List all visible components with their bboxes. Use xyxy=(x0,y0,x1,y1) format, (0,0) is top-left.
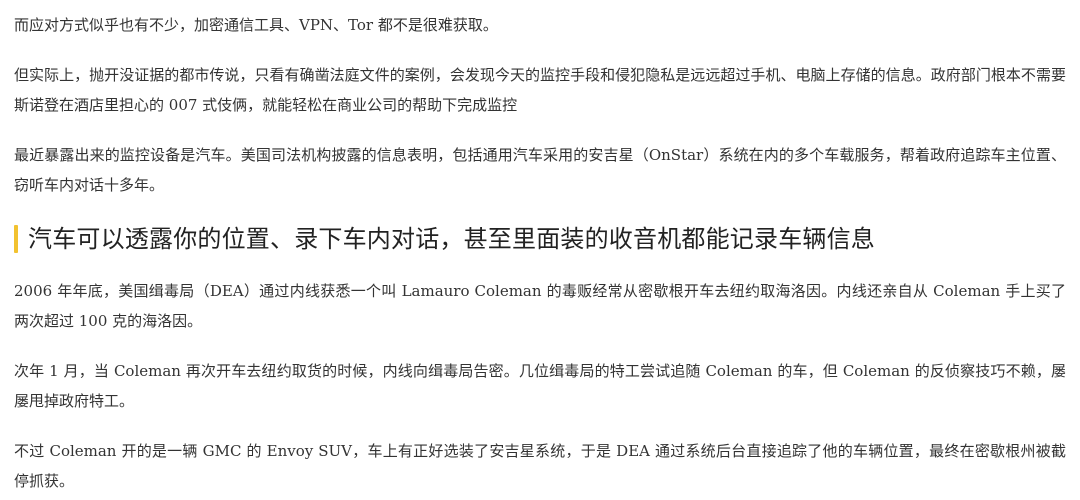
article-body: 而应对方式似乎也有不少，加密通信工具、VPN、Tor 都不是很难获取。 但实际上… xyxy=(0,0,1080,496)
paragraph-encryption-tools: 而应对方式似乎也有不少，加密通信工具、VPN、Tor 都不是很难获取。 xyxy=(14,16,498,34)
paragraph-car-surveillance: 最近暴露出来的监控设备是汽车。美国司法机构披露的信息表明，包括通用汽车采用的安吉… xyxy=(14,146,1066,194)
heading-accent-bar xyxy=(14,225,18,253)
paragraph-onstar-tracking: 不过 Coleman 开的是一辆 GMC 的 Envoy SUV，车上有正好选装… xyxy=(14,442,1066,490)
section-heading-text: 汽车可以透露你的位置、录下车内对话，甚至里面装的收音机都能记录车辆信息 xyxy=(28,225,875,253)
paragraph-surveillance-reality: 但实际上，抛开没证据的都市传说，只看有确凿法庭文件的案例，会发现今天的监控手段和… xyxy=(14,66,1066,114)
paragraph-tailing-attempt: 次年 1 月，当 Coleman 再次开车去纽约取货的时候，内线向缉毒局告密。几… xyxy=(14,362,1066,410)
paragraph-dea-informant: 2006 年年底，美国缉毒局（DEA）通过内线获悉一个叫 Lamauro Col… xyxy=(14,282,1066,330)
section-heading: 汽车可以透露你的位置、录下车内对话，甚至里面装的收音机都能记录车辆信息 xyxy=(14,222,1066,256)
